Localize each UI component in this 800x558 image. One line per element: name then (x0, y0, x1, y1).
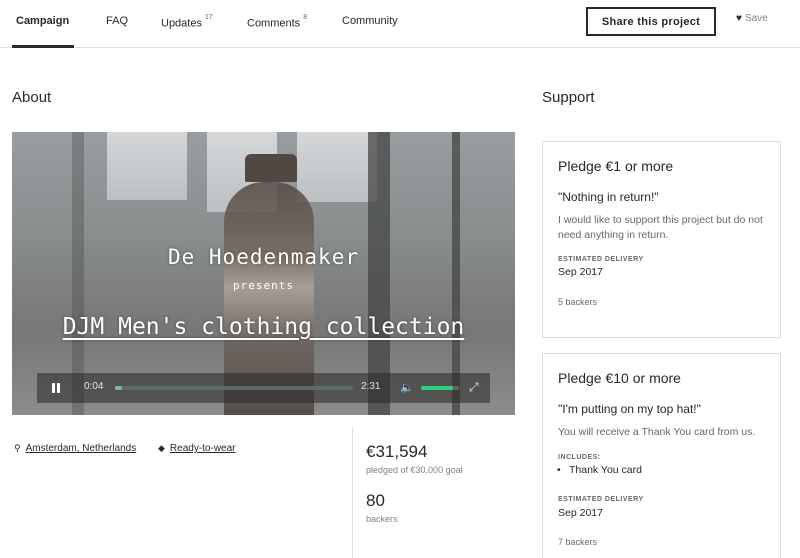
pause-icon[interactable] (51, 383, 61, 393)
share-project-button[interactable]: Share this project (586, 7, 716, 36)
tab-faq-label: FAQ (106, 15, 129, 27)
save-button[interactable]: ♥ Save (736, 13, 768, 24)
reward-card[interactable]: Pledge €10 or more "I'm putting on my to… (542, 353, 781, 558)
reward-backers: 7 backers (558, 537, 598, 547)
tab-comments[interactable]: Comments8 (247, 0, 307, 48)
video-duration: 2:31 (361, 381, 381, 392)
comments-count-badge: 8 (303, 14, 308, 21)
estimated-delivery: Sep 2017 (558, 266, 603, 278)
tab-campaign[interactable]: Campaign (16, 0, 69, 48)
tab-community-label: Community (342, 15, 398, 27)
reward-backers: 5 backers (558, 297, 598, 307)
volume-slider[interactable] (421, 386, 459, 390)
backers-caption: backers (366, 514, 398, 524)
stats-divider (352, 428, 353, 558)
about-heading: About (12, 89, 52, 106)
campaign-video-player[interactable]: De Hoedenmaker presents DJM Men's clothi… (12, 132, 515, 415)
tab-community[interactable]: Community (342, 0, 398, 48)
reward-title: "I'm putting on my top hat!" (558, 402, 701, 416)
volume-fill (421, 386, 454, 390)
video-title-line2: presents (233, 279, 294, 292)
includes-label: INCLUDES: (558, 454, 601, 461)
tab-faq[interactable]: FAQ (106, 0, 128, 48)
reward-pledge-amount: Pledge €10 or more (558, 370, 681, 386)
updates-count-badge: 17 (204, 14, 213, 21)
tab-campaign-label: Campaign (16, 15, 70, 27)
category-label: Ready-to-wear (169, 443, 236, 454)
fullscreen-icon[interactable]: ⤢ (469, 380, 479, 395)
reward-pledge-amount: Pledge €1 or more (558, 158, 674, 174)
video-title-line3: DJM Men's clothing collection (62, 314, 465, 340)
video-current-time: 0:04 (84, 381, 104, 392)
video-controls: 0:04 2:31 🔈 ⤢ (37, 373, 490, 403)
reward-description: You will receive a Thank You card from u… (558, 426, 756, 438)
save-label: Save (744, 13, 768, 24)
video-progress-bar[interactable] (115, 386, 353, 390)
video-title-line1: De Hoedenmaker (167, 245, 359, 269)
estimated-delivery-label: ESTIMATED DELIVERY (558, 496, 644, 503)
map-pin-icon: ⚲ (14, 443, 21, 453)
tag-icon: ◆ (158, 443, 165, 453)
active-tab-indicator (12, 45, 74, 48)
location-link[interactable]: ⚲ Amsterdam, Netherlands (14, 443, 136, 454)
backers-count: 80 (366, 491, 385, 510)
heart-icon: ♥ (736, 13, 742, 24)
estimated-delivery-label: ESTIMATED DELIVERY (558, 256, 644, 263)
tab-comments-label: Comments (247, 17, 301, 30)
tab-updates[interactable]: Updates17 (161, 0, 213, 48)
location-label: Amsterdam, Netherlands (25, 443, 137, 454)
pledged-caption: pledged of €30,000 goal (366, 465, 463, 475)
volume-icon[interactable]: 🔈 (400, 381, 414, 394)
video-progress-fill (115, 386, 123, 390)
project-nav: Campaign FAQ Updates17 Comments8 Communi… (0, 0, 800, 48)
reward-title: "Nothing in return!" (558, 190, 659, 204)
include-item: Thank You card (557, 464, 642, 476)
tab-updates-label: Updates (161, 17, 202, 30)
reward-description: I would like to support this project but… (558, 214, 763, 241)
pledged-amount: €31,594 (366, 442, 428, 461)
estimated-delivery: Sep 2017 (558, 507, 603, 519)
category-link[interactable]: ◆ Ready-to-wear (158, 443, 236, 454)
support-heading: Support (542, 89, 595, 106)
reward-card[interactable]: Pledge €1 or more "Nothing in return!" I… (542, 141, 781, 338)
